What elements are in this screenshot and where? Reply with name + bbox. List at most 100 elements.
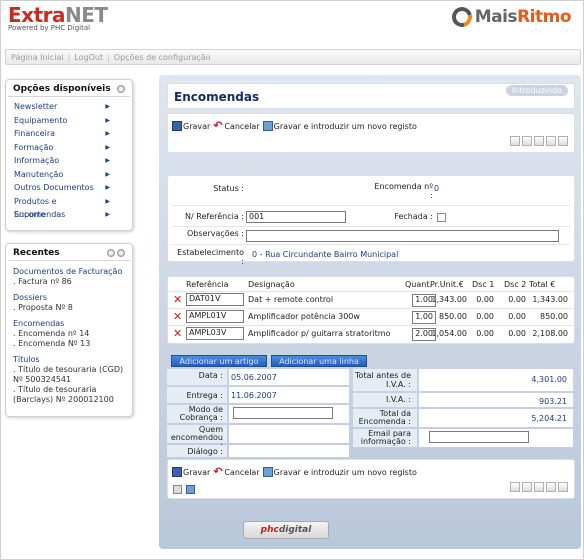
save-new-button[interactable]: Gravar e introduzir um novo registo xyxy=(274,468,417,477)
arrow-right-icon: ▶ xyxy=(105,143,110,151)
reference-label: N/ Referência : xyxy=(185,212,244,221)
refresh-icon[interactable] xyxy=(107,249,115,257)
phc-digital-logo: phc digital xyxy=(243,521,329,539)
recent-item[interactable]: . Encomenda nº 14 xyxy=(13,329,125,339)
next-record-icon[interactable] xyxy=(534,136,544,146)
delivery-value: 11.06.2007 xyxy=(231,391,277,400)
menu-separator: | xyxy=(107,52,110,62)
row-reference-input[interactable]: AMPL01V xyxy=(186,310,244,323)
menu-pagina-inicial[interactable]: Página Inicial xyxy=(11,53,64,62)
export-icon[interactable] xyxy=(186,485,195,494)
vat-value: 903.21 xyxy=(539,397,567,406)
divider xyxy=(172,226,570,227)
payment-method-input[interactable] xyxy=(233,407,333,419)
recent-list: Documentos de Facturação . Factura nº 86… xyxy=(6,261,132,409)
recent-item[interactable]: . Factura nº 86 xyxy=(13,277,125,287)
option-formacao[interactable]: Formação ▶ xyxy=(14,141,110,155)
last-record-icon[interactable] xyxy=(546,136,556,146)
establishment-label: Estabelecimento : xyxy=(177,248,244,266)
options-panel-title: Opções disponíveis xyxy=(13,84,111,94)
options-list: Newsletter ▶ Equipamento ▶ Financeira ▶ For… xyxy=(6,97,132,222)
row-reference-input[interactable]: DAT01V xyxy=(186,293,244,306)
collapse-icon[interactable] xyxy=(117,249,125,257)
recent-item[interactable]: . Título de tesouraria (CGD) Nº 50032454… xyxy=(13,365,125,385)
row-designation: Amplificador potência 300w xyxy=(248,312,360,321)
arrow-right-icon: ▶ xyxy=(105,130,110,137)
delete-icon[interactable]: ✕ xyxy=(173,294,182,305)
first-record-icon[interactable] xyxy=(510,482,520,492)
option-informacao[interactable]: Informação ▶ xyxy=(14,154,110,168)
cancel-button[interactable]: Cancelar xyxy=(224,122,259,131)
collapse-icon[interactable] xyxy=(117,85,125,93)
observations-input[interactable] xyxy=(246,230,559,242)
row-designation: Dat + remote control xyxy=(248,295,334,304)
option-equipamento[interactable]: Equipamento ▶ xyxy=(14,114,110,128)
status-label: Status : xyxy=(213,184,244,193)
recent-item[interactable]: . Encomenda Nº 13 xyxy=(13,339,125,349)
option-newsletter[interactable]: Newsletter ▶ xyxy=(14,100,110,114)
row-unit-price: 850.00 xyxy=(439,312,467,321)
menu-opcoes-configuracao[interactable]: Opções de configuração xyxy=(114,53,211,62)
prev-record-icon[interactable] xyxy=(522,482,532,492)
column-header-reference: Referência xyxy=(186,280,229,289)
row-designation: Amplificador p/ guitarra stratoritmo xyxy=(248,329,391,338)
footer-logo-accent: digital xyxy=(278,525,312,535)
recent-group-encomendas[interactable]: Encomendas xyxy=(13,319,125,329)
email-input[interactable] xyxy=(429,431,529,443)
save-button[interactable]: Gravar xyxy=(183,122,210,131)
main-title-bar: Encomendas Introduzindo xyxy=(167,83,575,109)
arrow-right-icon: ▶ xyxy=(105,103,110,110)
options-panel-header: Opções disponíveis xyxy=(8,80,130,97)
arrow-right-icon: ▶ xyxy=(105,211,110,218)
arrow-right-icon: ▶ xyxy=(105,170,110,178)
option-outros-documentos[interactable]: Outros Documentos ▶ xyxy=(14,181,110,195)
recent-group-dossiers[interactable]: Dossiers xyxy=(13,293,125,303)
row-reference-input[interactable]: AMPL03V xyxy=(186,327,244,340)
table-row: ✕ AMPL01V Amplificador potência 300w 1.0… xyxy=(168,308,574,324)
option-financeira[interactable]: Financeira ▶ xyxy=(14,127,110,141)
option-label: Informação xyxy=(14,156,60,165)
menu-logout[interactable]: LogOut xyxy=(74,53,103,62)
dialog-label: Diálogo : xyxy=(187,447,223,456)
recent-item[interactable]: . Título de tesouraria (Barclays) Nº 200… xyxy=(13,385,125,405)
undo-icon: ↶ xyxy=(213,465,223,478)
save-button[interactable]: Gravar xyxy=(183,468,210,477)
print-icon[interactable] xyxy=(558,482,568,492)
observations-label: Observações : xyxy=(186,229,244,238)
print-icon[interactable] xyxy=(173,485,182,494)
cancel-button[interactable]: Cancelar xyxy=(224,468,259,477)
vat-label: I.V.A. : xyxy=(386,395,411,404)
row-discount-2: 0.00 xyxy=(508,312,526,321)
divider xyxy=(172,244,570,245)
option-produtos-encomendas[interactable]: Produtos e Encomendas ▶ xyxy=(14,195,110,220)
next-record-icon[interactable] xyxy=(534,482,544,492)
reference-input[interactable]: 001 xyxy=(246,211,346,223)
recent-group-titulos[interactable]: Títulos xyxy=(13,355,125,365)
save-new-button[interactable]: Gravar e introduzir um novo registo xyxy=(274,122,417,131)
add-article-button[interactable]: Adicionar um artigo xyxy=(171,355,267,367)
option-manutencao[interactable]: Manutenção ▶ xyxy=(14,168,110,182)
option-label: Manutenção xyxy=(14,169,64,179)
last-record-icon[interactable] xyxy=(546,482,556,492)
add-line-button[interactable]: Adicionar uma linha xyxy=(271,355,367,367)
recent-item[interactable]: . Proposta Nº 8 xyxy=(13,303,125,313)
arrow-right-icon: ▶ xyxy=(105,197,110,205)
column-header-total: Total € xyxy=(529,280,556,289)
add-buttons: Adicionar um artigo Adicionar uma linha xyxy=(171,355,367,367)
row-discount-1: 0.00 xyxy=(476,295,494,304)
recent-group-facturacao[interactable]: Documentos de Facturação xyxy=(13,267,125,277)
cell-value-bg xyxy=(229,445,349,457)
delete-icon[interactable]: ✕ xyxy=(173,328,182,339)
establishment-value[interactable]: 0 - Rua Circundante Bairro Municipal xyxy=(252,250,398,259)
delete-icon[interactable]: ✕ xyxy=(173,311,182,322)
print-icon[interactable] xyxy=(558,136,568,146)
row-total: 2,108.00 xyxy=(532,329,568,338)
prev-record-icon[interactable] xyxy=(522,136,532,146)
closed-checkbox[interactable] xyxy=(437,213,446,222)
column-header-unit-price: Pr.Unit.€ xyxy=(430,280,464,289)
mode-badge: Introduzindo xyxy=(505,85,568,96)
option-label: Outros Documentos xyxy=(14,183,94,192)
bottom-extra-icons xyxy=(173,485,195,494)
first-record-icon[interactable] xyxy=(510,136,520,146)
option-label: Equipamento xyxy=(14,115,68,125)
